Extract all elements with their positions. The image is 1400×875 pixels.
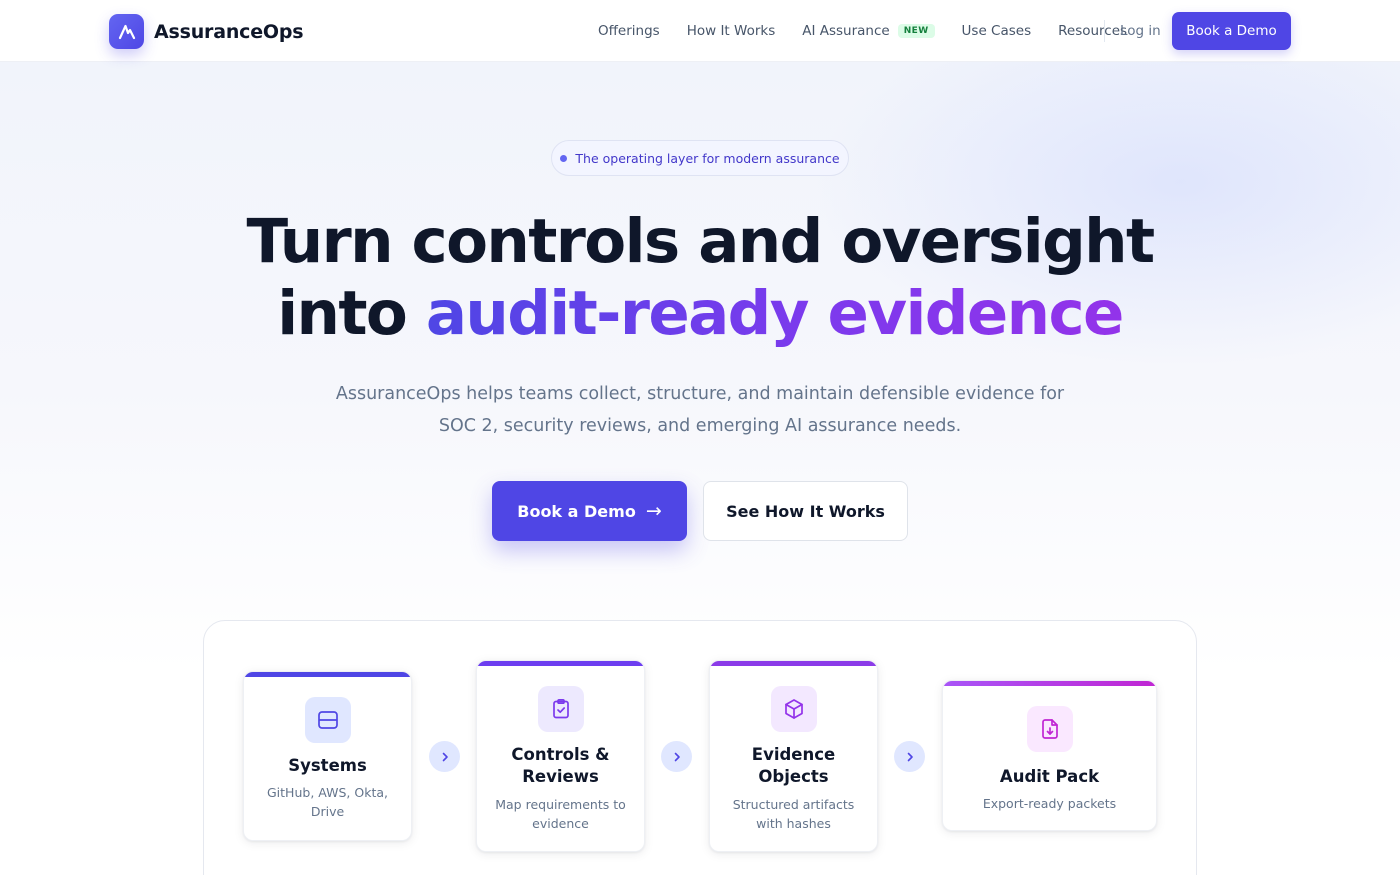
logo-icon (109, 14, 144, 49)
flow-card-audit-pack: Audit Pack Export-ready packets (942, 680, 1157, 831)
card-accent-bar (244, 672, 411, 677)
pill-dot-icon (560, 154, 568, 162)
nav-link-how-it-works[interactable]: How It Works (687, 23, 776, 39)
nav-link-offerings[interactable]: Offerings (598, 23, 660, 39)
card-accent-bar (943, 681, 1156, 686)
new-badge: NEW (897, 24, 935, 38)
hero-headline: Turn controls and oversight into audit-r… (150, 206, 1250, 350)
flow-card-controls-reviews: Controls & Reviews Map requirements to e… (476, 660, 645, 852)
headline-line2-prefix: into (277, 278, 426, 349)
nav-link-ai-assurance[interactable]: AI Assurance NEW (802, 23, 935, 39)
chevron-right-icon (894, 741, 925, 772)
server-icon (304, 697, 351, 743)
book-demo-label: Book a Demo (517, 501, 636, 521)
login-link[interactable]: Log in (1120, 0, 1161, 62)
arrow-right-icon: → (645, 500, 662, 522)
nav-link-resources[interactable]: Resources (1058, 23, 1127, 39)
card-title: Controls & Reviews (511, 745, 610, 786)
brand[interactable]: AssuranceOps (109, 14, 304, 49)
nav-link-ai-assurance-label: AI Assurance (802, 23, 890, 39)
chevron-right-icon (661, 741, 692, 772)
brand-name: AssuranceOps (154, 20, 304, 43)
card-title: Systems (288, 756, 367, 775)
card-description: GitHub, AWS, Okta, Drive (267, 785, 388, 819)
cube-icon (770, 686, 817, 732)
tagline-pill: The operating layer for modern assurance (551, 140, 849, 176)
headline-highlight: audit-ready evidence (425, 278, 1125, 349)
book-demo-button[interactable]: Book a Demo → (492, 481, 687, 541)
card-accent-bar (710, 661, 877, 666)
headline-line1: Turn controls and oversight (246, 206, 1155, 277)
nav-book-demo-button[interactable]: Book a Demo (1172, 12, 1291, 50)
tagline-text: The operating layer for modern assurance (575, 150, 840, 166)
hero-subtext: AssuranceOps helps teams collect, struct… (335, 384, 1065, 436)
card-title: Audit Pack (999, 767, 1100, 786)
card-description: Map requirements to evidence (495, 797, 626, 831)
flow-card-evidence-objects: Evidence Objects Structured artifacts wi… (709, 660, 878, 852)
see-how-it-works-button[interactable]: See How It Works (703, 481, 908, 541)
chevron-right-icon (429, 741, 460, 772)
nav-links: Offerings How It Works AI Assurance NEW U… (598, 0, 1127, 62)
top-nav: AssuranceOps Offerings How It Works AI A… (0, 0, 1400, 62)
flow-card-systems: Systems GitHub, AWS, Okta, Drive (243, 671, 412, 841)
nav-link-use-cases[interactable]: Use Cases (962, 23, 1032, 39)
card-accent-bar (477, 661, 644, 666)
card-title: Evidence Objects (751, 745, 836, 786)
nav-divider (1104, 20, 1105, 42)
card-description: Export-ready packets (982, 796, 1117, 811)
file-download-icon (1026, 706, 1073, 752)
clipboard-check-icon (537, 686, 584, 732)
card-description: Structured artifacts with hashes (732, 797, 855, 831)
